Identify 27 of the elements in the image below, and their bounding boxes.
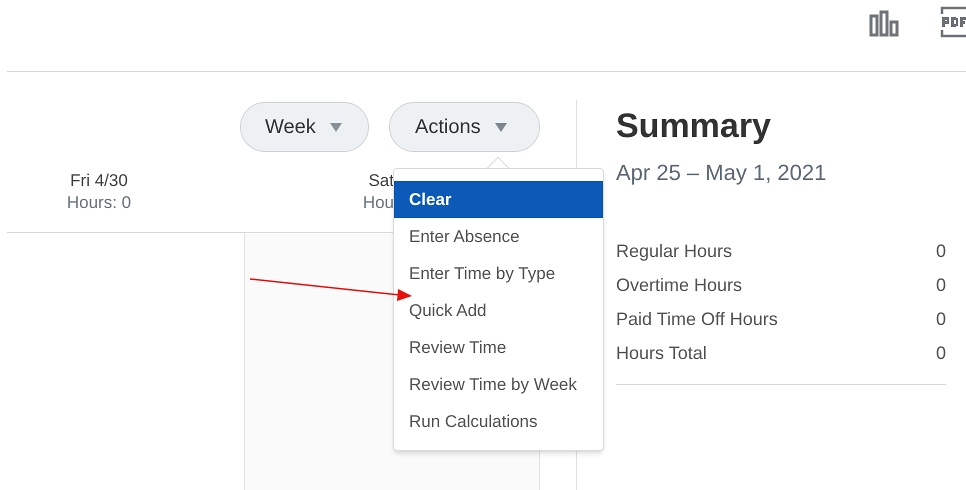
menu-item[interactable]: Enter Time by Type [394, 255, 603, 292]
summary-label: Hours Total [616, 342, 707, 364]
pdf-icon[interactable] [940, 6, 966, 38]
menu-item[interactable]: Review Time by Week [394, 366, 603, 403]
summary-label: Paid Time Off Hours [616, 308, 778, 330]
day-label: Sat [368, 170, 394, 192]
menu-item[interactable]: Quick Add [394, 292, 603, 329]
menu-item[interactable]: Clear [394, 181, 603, 218]
summary-label: Regular Hours [616, 240, 732, 263]
summary-value: 0 [936, 240, 946, 262]
summary-title: Summary [616, 106, 771, 147]
menu-item[interactable]: Run Calculations [394, 403, 603, 440]
summary-value: 0 [936, 274, 946, 296]
summary-label: Overtime Hours [616, 274, 742, 296]
menu-item[interactable]: Review Time [394, 329, 603, 366]
day-hours: Hou [362, 192, 394, 214]
bar-chart-icon[interactable] [869, 10, 900, 37]
caret-icon [494, 122, 507, 132]
summary-period: Apr 25 – May 1, 2021 [616, 159, 826, 187]
summary-value: 0 [936, 342, 946, 364]
menu-item[interactable]: Enter Absence [394, 218, 603, 255]
dropdown-button[interactable]: Actions [389, 102, 540, 152]
day-label: Fri 4/30 [70, 170, 128, 192]
caret-icon [330, 122, 342, 132]
summary-value: 0 [936, 308, 946, 330]
day-hours: Hours: 0 [66, 192, 132, 214]
dropdown-button[interactable]: Week [240, 102, 369, 152]
